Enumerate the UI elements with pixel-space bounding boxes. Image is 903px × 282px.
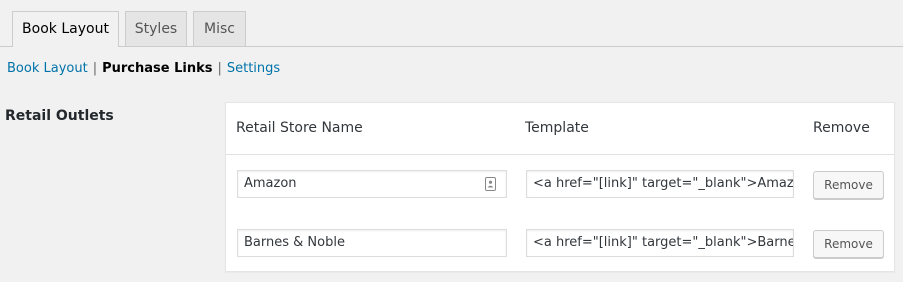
tab-styles[interactable]: Styles xyxy=(125,11,187,46)
column-header-store-name: Retail Store Name xyxy=(236,120,363,136)
contact-card-icon[interactable] xyxy=(485,177,496,191)
retail-outlets-table: Retail Store Name Template Remove Amazon… xyxy=(225,102,895,272)
store-name-input[interactable]: Amazon xyxy=(237,170,507,198)
column-header-template: Template xyxy=(525,120,589,136)
subnav-link-book-layout[interactable]: Book Layout xyxy=(7,61,88,76)
tab-misc[interactable]: Misc xyxy=(193,11,246,46)
sub-navigation: Book Layout | Purchase Links | Settings xyxy=(7,60,280,78)
store-name-input[interactable]: Barnes & Noble xyxy=(237,229,507,257)
subnav-separator: | xyxy=(217,61,222,76)
section-label-retail-outlets: Retail Outlets xyxy=(5,108,114,124)
table-header: Retail Store Name Template Remove xyxy=(226,103,894,155)
column-header-remove: Remove xyxy=(813,120,870,136)
template-input[interactable]: <a href="[link]" target="_blank">Amazon<… xyxy=(526,170,794,198)
tab-book-layout[interactable]: Book Layout xyxy=(12,11,119,47)
remove-button[interactable]: Remove xyxy=(813,171,884,199)
subnav-separator: | xyxy=(92,61,98,76)
tab-bar: Book Layout Styles Misc xyxy=(0,0,903,47)
template-input[interactable]: <a href="[link]" target="_blank">Barnes … xyxy=(526,229,794,257)
table-row: Barnes & Noble <a href="[link]" target="… xyxy=(226,214,894,272)
subnav-link-settings[interactable]: Settings xyxy=(227,61,280,76)
remove-button[interactable]: Remove xyxy=(813,230,884,258)
table-row: Amazon <a href="[link]" target="_blank">… xyxy=(226,155,894,213)
subnav-current-purchase-links: Purchase Links xyxy=(102,61,213,76)
